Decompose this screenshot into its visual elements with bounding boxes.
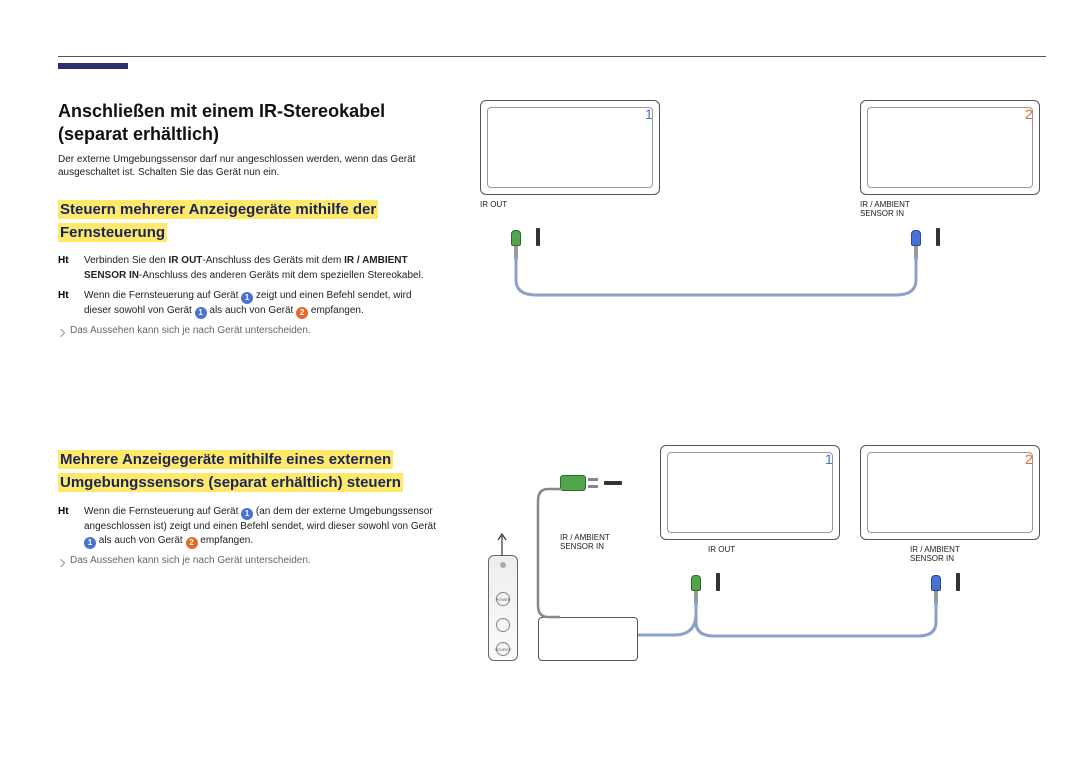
label-ir-ambient: IR / AMBIENT SENSOR IN (860, 200, 910, 218)
text-bold: IR OUT (169, 255, 203, 266)
list-item: Wenn die Fernsteuerung auf Gerät 1 (an d… (58, 505, 438, 550)
monitor-2b-number: 2 (1025, 451, 1033, 467)
monitor-2-number: 2 (1025, 106, 1033, 122)
header-marker (58, 63, 128, 69)
numbered-badge-1: 1 (195, 307, 207, 319)
numbered-badge-1: 1 (241, 508, 253, 520)
remote-source-button: SOURCE (496, 642, 510, 656)
numbered-badge-1: 1 (241, 292, 253, 304)
section-1-note: Das Aussehen kann sich je nach Gerät unt… (58, 325, 438, 336)
intro-text: Der externe Umgebungssensor darf nur ang… (58, 153, 438, 180)
port-slot (956, 573, 960, 591)
diagram-1: 1 2 IR OUT IR / AMBIENT SENSOR IN (480, 100, 1045, 305)
remote-control: POWER SOURCE (488, 555, 518, 661)
label-ir-out: IR OUT (480, 200, 507, 209)
text: als auch von Gerät (96, 535, 186, 546)
diagram-2: 1 2 IR OUT IR / AMBIENT SENSOR IN IR / A… (460, 445, 1050, 695)
list-item: Verbinden Sie den IR OUT-Anschluss des G… (58, 254, 438, 283)
port-slot (716, 573, 720, 591)
numbered-badge-2: 2 (296, 307, 308, 319)
title-line-1: Anschließen mit einem IR-Stereokabel (58, 101, 385, 121)
section-1-list: Verbinden Sie den IR OUT-Anschluss des G… (58, 254, 438, 319)
cable-1 (510, 255, 925, 315)
text: empfangen. (198, 535, 254, 546)
remote-button (496, 618, 510, 632)
section-1-heading: Steuern mehrerer Anzeigegeräte mithilfe … (58, 200, 378, 242)
text: -Anschluss des Geräts mit dem (202, 255, 344, 266)
remote-power-button: POWER (496, 592, 510, 606)
title-line-2: (separat erhältlich) (58, 124, 219, 144)
section-2-note: Das Aussehen kann sich je nach Gerät unt… (58, 555, 438, 566)
monitor-2b (860, 445, 1040, 540)
numbered-badge-1: 1 (84, 537, 96, 549)
page-title: Anschließen mit einem IR-Stereokabel (se… (58, 100, 438, 147)
left-column-bottom: Mehrere Anzeigegeräte mithilfe eines ext… (58, 448, 438, 566)
label-ir-amb-right: IR / AMBIENT SENSOR IN (910, 545, 960, 563)
numbered-badge-2: 2 (186, 537, 198, 549)
text: Wenn die Fernsteuerung auf Gerät (84, 506, 241, 517)
section-1: Steuern mehrerer Anzeigegeräte mithilfe … (58, 198, 438, 337)
monitor-2 (860, 100, 1040, 195)
sensor-receiver (538, 617, 638, 661)
monitor-1 (480, 100, 660, 195)
monitor-1-number: 1 (645, 106, 653, 122)
header-rule (58, 56, 1046, 57)
left-column-top: Anschließen mit einem IR-Stereokabel (se… (58, 100, 438, 336)
port-slot (536, 228, 540, 246)
cable-sensor (636, 600, 706, 655)
section-2-heading: Mehrere Anzeigegeräte mithilfe eines ext… (58, 450, 403, 492)
section-2-list: Wenn die Fernsteuerung auf Gerät 1 (an d… (58, 505, 438, 550)
monitor-1b-number: 1 (825, 451, 833, 467)
label-ir-out-b: IR OUT (708, 545, 735, 554)
text: -Anschluss des anderen Geräts mit dem sp… (139, 270, 424, 281)
list-item: Wenn die Fernsteuerung auf Gerät 1 zeigt… (58, 289, 438, 319)
text: Wenn die Fernsteuerung auf Gerät (84, 290, 241, 301)
text: als auch von Gerät (207, 305, 297, 316)
remote-signal-arrow (498, 530, 512, 556)
port-slot (936, 228, 940, 246)
monitor-1b (660, 445, 840, 540)
cable-power (538, 489, 578, 619)
text: empfangen. (308, 305, 364, 316)
cable-2 (690, 600, 945, 655)
text: Verbinden Sie den (84, 255, 169, 266)
port-slot (604, 481, 622, 485)
